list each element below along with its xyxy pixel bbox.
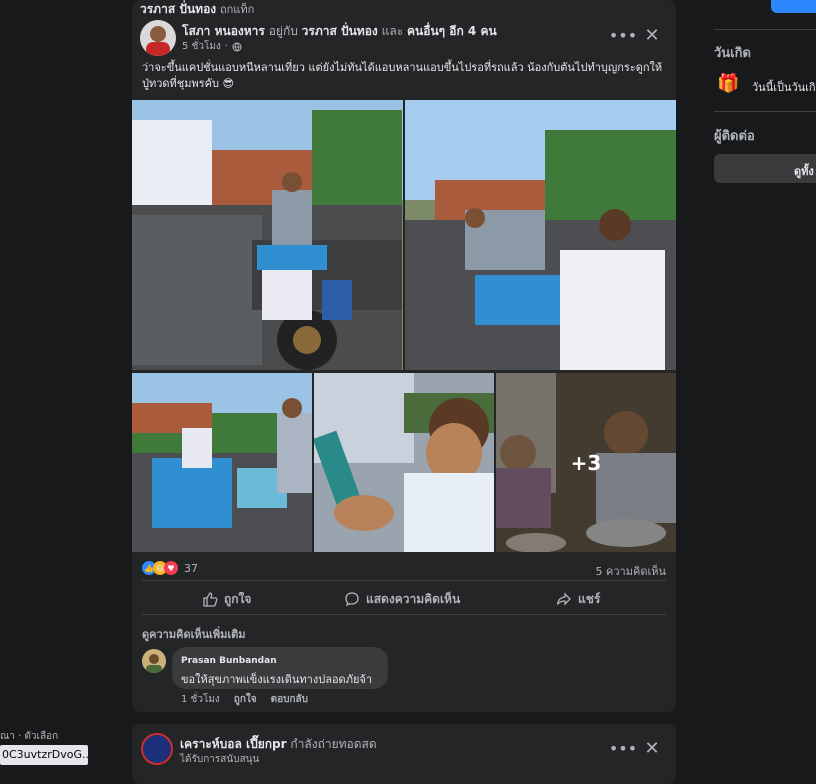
more-options-icon[interactable]: ••• <box>609 23 637 47</box>
thumb-up-icon <box>203 592 218 607</box>
url-tooltip: 0C3uvtzrDvoG... <box>0 745 88 765</box>
photo-4[interactable] <box>314 373 494 552</box>
comment-actions: 1 ชั่วโมง ถูกใจ ตอบกลับ <box>181 692 308 707</box>
share-button[interactable]: แชร์ <box>556 589 600 609</box>
tagged-header: วรภาส ปั่นทอง ถูกแท็ก <box>140 0 254 14</box>
comment-icon <box>345 592 359 607</box>
with-name[interactable]: วรภาส ปั่นทอง <box>302 24 378 38</box>
tagged-name[interactable]: วรภาส ปั่นทอง <box>140 2 216 14</box>
author-avatar[interactable] <box>140 20 176 56</box>
reaction-count: 37 <box>184 561 198 575</box>
comment-time[interactable]: 1 ชั่วโมง <box>181 692 220 707</box>
sponsored-label: ได้รับการสนับสนุน <box>180 754 260 765</box>
avatar-image <box>140 20 176 56</box>
love-reaction-icon: ♥ <box>164 561 178 575</box>
divider-bottom <box>142 614 666 615</box>
close-icon[interactable]: ✕ <box>640 23 664 47</box>
like-label: ถูกใจ <box>224 591 252 606</box>
gift-icon: 🎁 <box>717 73 740 94</box>
photo-5[interactable]: +3 <box>496 373 676 552</box>
sidebar-divider-1 <box>714 29 816 30</box>
photo-2[interactable] <box>405 100 676 370</box>
globe-icon <box>232 42 242 51</box>
like-button[interactable]: ถูกใจ <box>202 589 251 609</box>
and-text: และ <box>381 24 404 38</box>
comment-like-link[interactable]: ถูกใจ <box>234 692 257 707</box>
comment-reply-link[interactable]: ตอบกลับ <box>271 692 308 707</box>
with-text: อยู่กับ <box>268 24 298 38</box>
share-icon <box>556 592 571 606</box>
top-right-button[interactable] <box>771 0 816 13</box>
view-more-comments[interactable]: ดูความคิดเห็นเพิ่มเติม <box>142 625 246 643</box>
photo-3[interactable] <box>132 373 312 552</box>
others-link[interactable]: คนอื่นๆ อีก 4 คน <box>407 24 497 38</box>
next-more-options-icon[interactable]: ••• <box>609 736 637 760</box>
share-label: แชร์ <box>578 591 601 606</box>
comment-button[interactable]: แสดงความคิดเห็น <box>344 589 460 609</box>
post-body: ว่าจะขึ้นแคปชั่นแอบหนีหลานเที่ยว แต่ยังไ… <box>142 61 663 90</box>
author-name[interactable]: โสภา หนองหาร <box>182 24 265 38</box>
sidebar-divider-2 <box>714 111 816 112</box>
comment-label: แสดงความคิดเห็น <box>366 591 461 606</box>
birthday-text[interactable]: วันนี้เป็นวันเกิ <box>752 78 816 96</box>
next-post-author[interactable]: เคราะห์บอล เปี๊ยกpr <box>180 737 287 751</box>
commenter-avatar[interactable] <box>142 649 166 673</box>
next-post-action: กำลังถ่ายทอดสด <box>290 737 377 751</box>
comment-bubble: Prasan Bunbandan ขอให้สุขภาพแข็งแรงเดินท… <box>172 647 388 689</box>
post-header-line: โสภา หนองหาร อยู่กับ วรภาส ปั่นทอง และ ค… <box>182 22 602 41</box>
post-meta: 5 ชั่วโมง · <box>182 39 242 54</box>
dot-separator: · <box>224 41 228 52</box>
contacts-heading: ผู้ติดต่อ <box>714 129 755 144</box>
post-time[interactable]: 5 ชั่วโมง <box>182 39 221 54</box>
next-close-icon[interactable]: ✕ <box>640 736 664 760</box>
comment-text: ขอให้สุขภาพแข็งแรงเดินทางปลอดภัยจ้า <box>181 673 373 686</box>
commenter-name[interactable]: Prasan Bunbandan <box>181 656 277 666</box>
reactions-summary[interactable]: 👍 😆 ♥ 37 <box>142 561 198 575</box>
contacts-see-all-button[interactable]: ดูทั้ง <box>714 154 816 183</box>
photo-1[interactable] <box>132 100 403 370</box>
more-photos-count: +3 <box>570 451 602 475</box>
comment-count[interactable]: 5 ความคิดเห็น <box>596 562 667 580</box>
tagged-suffix: ถูกแท็ก <box>219 3 255 14</box>
divider-top <box>142 580 666 581</box>
footer-links[interactable]: ณา · ตัวเลือก <box>0 729 58 744</box>
next-post-avatar[interactable] <box>141 733 173 765</box>
birthday-heading: วันเกิด <box>714 46 751 61</box>
